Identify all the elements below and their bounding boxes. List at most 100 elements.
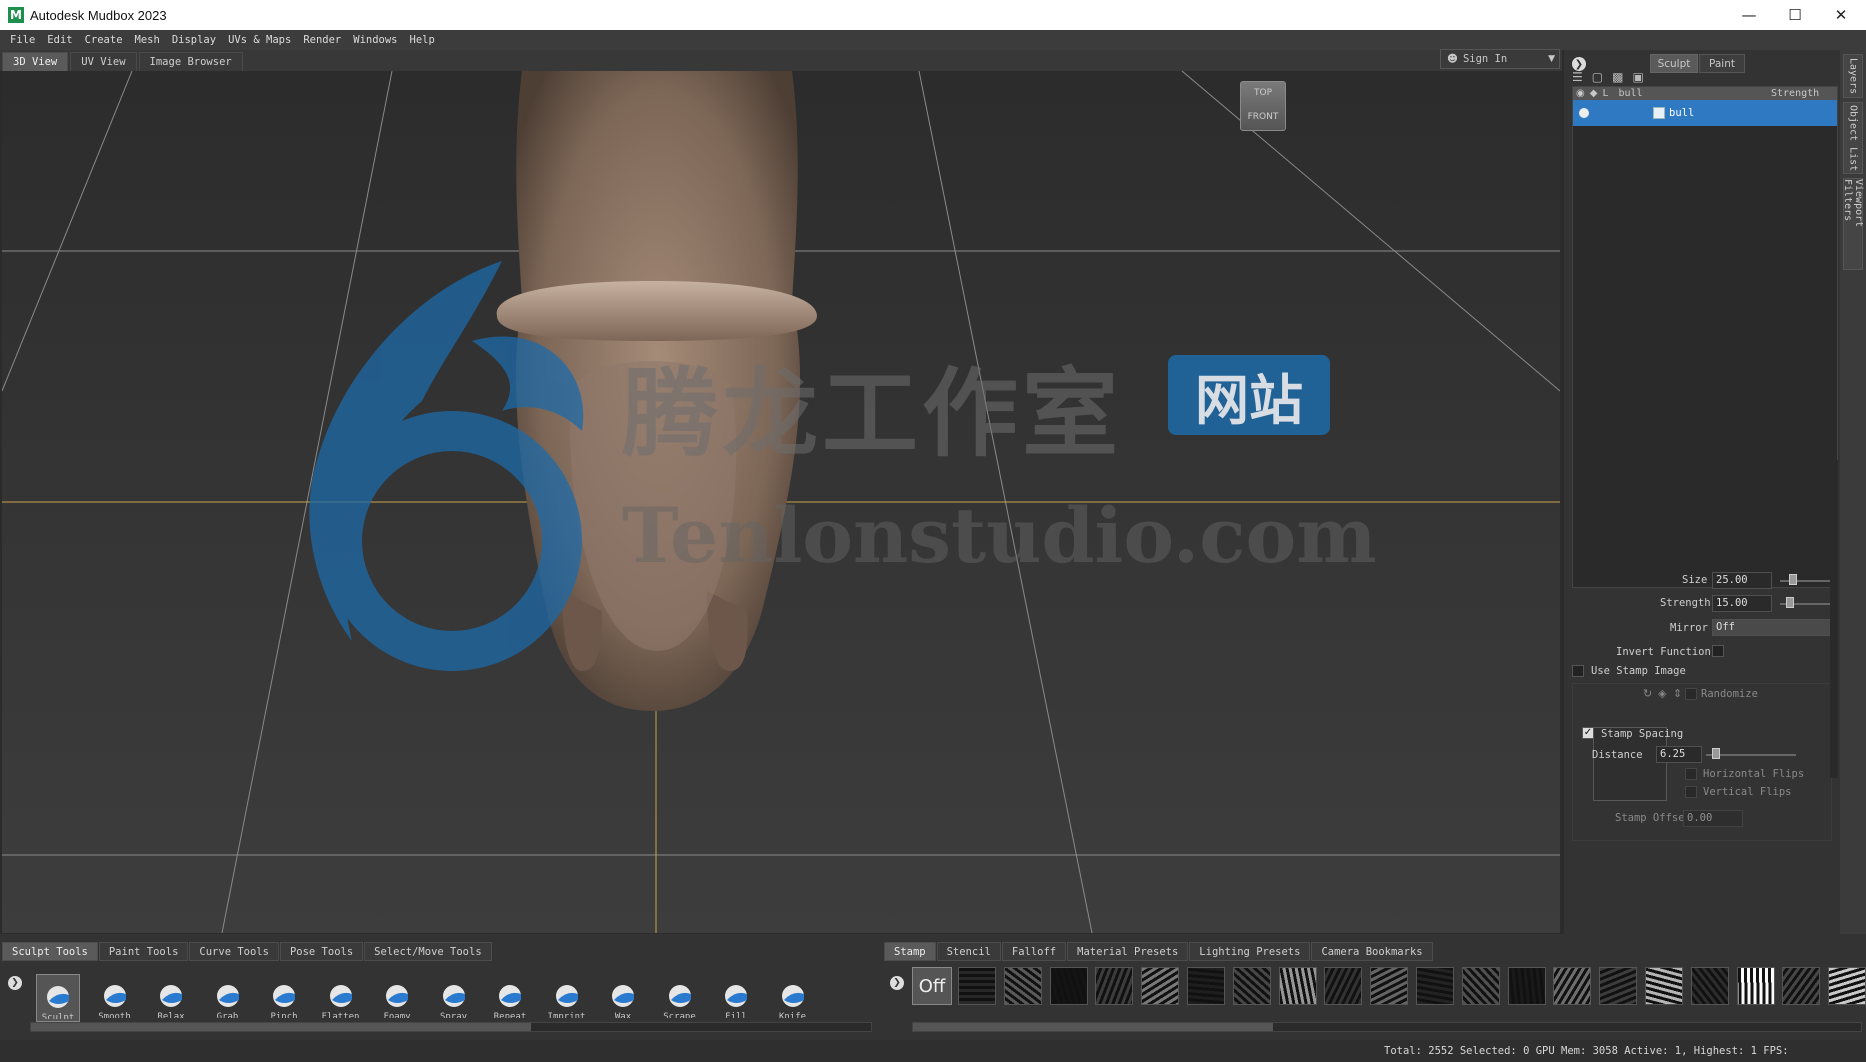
flip-icon[interactable]: ◈ [1658,687,1666,700]
stamp-thumbnail[interactable] [1049,967,1088,1005]
tool-repeat[interactable]: Repeat [488,974,532,1022]
use-stamp-image-checkbox[interactable] [1572,665,1584,677]
tool-flatten[interactable]: Flatten [319,974,363,1022]
stamps-scrollbar[interactable] [912,1022,1862,1032]
stamp-thumbnail[interactable] [1782,967,1821,1005]
tools-scrollbar[interactable] [30,1022,872,1032]
stamp-thumbnail[interactable] [1599,967,1638,1005]
stamp-thumbnail[interactable] [1828,967,1866,1005]
tools-expand-button[interactable]: ❯ [8,976,22,990]
tab-object-list[interactable]: Object List [1843,102,1863,174]
merge-layer-icon[interactable]: ▣ [1632,70,1643,86]
menu-edit[interactable]: Edit [47,34,72,46]
tool-imprint[interactable]: Imprint [545,974,589,1022]
rotate-icon[interactable]: ↻ [1643,687,1652,700]
stamps-expand-button[interactable]: ❯ [890,976,904,990]
delete-layer-icon[interactable]: ▩ [1612,70,1623,86]
panel-collapse-button[interactable]: ❯ [1572,57,1586,71]
visibility-icon[interactable] [1579,108,1589,118]
menu-create[interactable]: Create [85,34,123,46]
size-slider-knob[interactable] [1789,574,1797,585]
maximize-button[interactable]: ☐ [1772,0,1818,30]
stamp-thumbnail[interactable] [1095,967,1134,1005]
tab-pose-tools[interactable]: Pose Tools [279,942,364,961]
stamp-thumbnail[interactable] [1461,967,1500,1005]
stamp-thumbnail[interactable] [1736,967,1775,1005]
minimize-button[interactable]: — [1726,0,1772,30]
tab-lighting-presets[interactable]: Lighting Presets [1189,942,1311,961]
vertical-flips-checkbox[interactable] [1685,786,1697,798]
stamp-thumbnail[interactable] [1278,967,1317,1005]
tool-grab[interactable]: Grab [206,974,250,1022]
panel-scrollbar[interactable] [1830,460,1838,778]
menu-render[interactable]: Render [303,34,341,46]
menu-mesh[interactable]: Mesh [135,34,160,46]
stamp-thumbnail[interactable] [1416,967,1454,1005]
tab-curve-tools[interactable]: Curve Tools [189,942,279,961]
close-button[interactable]: ✕ [1818,0,1864,30]
3d-viewport[interactable]: 腾龙工作室 网站 Tenlonstudio.com TOP FRONT [2,71,1560,933]
tool-sculpt[interactable]: Sculpt [36,974,80,1022]
sign-in-button[interactable]: ☻ Sign In ▼ [1440,49,1560,69]
strength-field[interactable]: 15.00 [1712,595,1772,612]
menu-uvs-maps[interactable]: UVs & Maps [228,34,291,46]
strength-slider-knob[interactable] [1786,597,1794,608]
tab-paint-tools[interactable]: Paint Tools [98,942,189,961]
stamp-thumbnail[interactable] [1141,967,1180,1005]
tool-scrape[interactable]: Scrape [658,974,702,1022]
stamp-thumbnail[interactable] [1690,967,1729,1005]
stamp-thumbnail[interactable] [1645,967,1683,1005]
distance-field[interactable]: 6.25 [1656,746,1702,763]
size-field[interactable]: 25.00 [1712,572,1772,589]
tab-image-browser[interactable]: Image Browser [138,52,243,71]
stamp-offset-field[interactable]: 0.00 [1683,810,1743,827]
tool-pinch[interactable]: Pinch [262,974,306,1022]
tab-stamp[interactable]: Stamp [884,942,936,961]
tab-viewport-filters[interactable]: Viewport Filters [1842,178,1864,270]
horizontal-flips-checkbox[interactable] [1685,768,1697,780]
tab-stencil[interactable]: Stencil [936,942,1001,961]
tool-fill[interactable]: Fill [714,974,758,1022]
tab-sculpt-tools[interactable]: Sculpt Tools [2,942,98,961]
stamp-thumbnail[interactable] [1553,967,1592,1005]
stamp-thumbnail[interactable] [958,967,996,1005]
tab-3d-view[interactable]: 3D View [2,52,69,71]
stamp-thumbnail[interactable] [1507,967,1546,1005]
view-cube[interactable]: TOP FRONT [1240,81,1286,131]
stamp-off-button[interactable]: Off [912,967,952,1005]
tool-wax[interactable]: Wax [601,974,645,1022]
tool-label: Repeat [493,1012,527,1018]
stamp-thumbnail[interactable] [1187,967,1225,1005]
layer-row[interactable]: bull [1573,100,1837,126]
tab-paint-mode[interactable]: Paint [1699,54,1745,73]
tool-smooth[interactable]: Smooth [93,974,137,1022]
tab-select-move-tools[interactable]: Select/Move Tools [364,942,492,961]
tool-spray[interactable]: Spray [432,974,476,1022]
menu-help[interactable]: Help [410,34,435,46]
stamp-thumbnail[interactable] [1003,967,1042,1005]
tab-uv-view[interactable]: UV View [70,52,137,71]
stamp-thumbnail[interactable] [1324,967,1363,1005]
tool-label: Grab [216,1012,239,1018]
stamp-spacing-checkbox[interactable]: ✓ [1582,727,1594,739]
menu-windows[interactable]: Windows [353,34,397,46]
tab-falloff[interactable]: Falloff [1001,942,1067,961]
distance-slider-knob[interactable] [1712,748,1720,759]
menu-file[interactable]: File [10,34,35,46]
folder-icon[interactable]: ▢ [1592,70,1603,86]
new-layer-icon[interactable]: ☰ [1572,70,1583,86]
tab-sculpt-mode[interactable]: Sculpt [1650,54,1698,73]
stamp-thumbnail[interactable] [1370,967,1409,1005]
tool-knife[interactable]: Knife [771,974,815,1022]
tool-foamy[interactable]: Foamy [375,974,419,1022]
stamp-thumbnail[interactable] [1232,967,1271,1005]
invert-function-checkbox[interactable] [1712,645,1724,657]
randomize-checkbox[interactable] [1685,688,1697,700]
mirror-select[interactable]: Off [1712,619,1834,636]
tool-relax[interactable]: Relax [149,974,193,1022]
tab-material-presets[interactable]: Material Presets [1067,942,1189,961]
tab-layers[interactable]: Layers [1843,54,1863,98]
swap-icon[interactable]: ⇕ [1673,687,1682,700]
menu-display[interactable]: Display [172,34,216,46]
tab-camera-bookmarks[interactable]: Camera Bookmarks [1311,942,1433,961]
